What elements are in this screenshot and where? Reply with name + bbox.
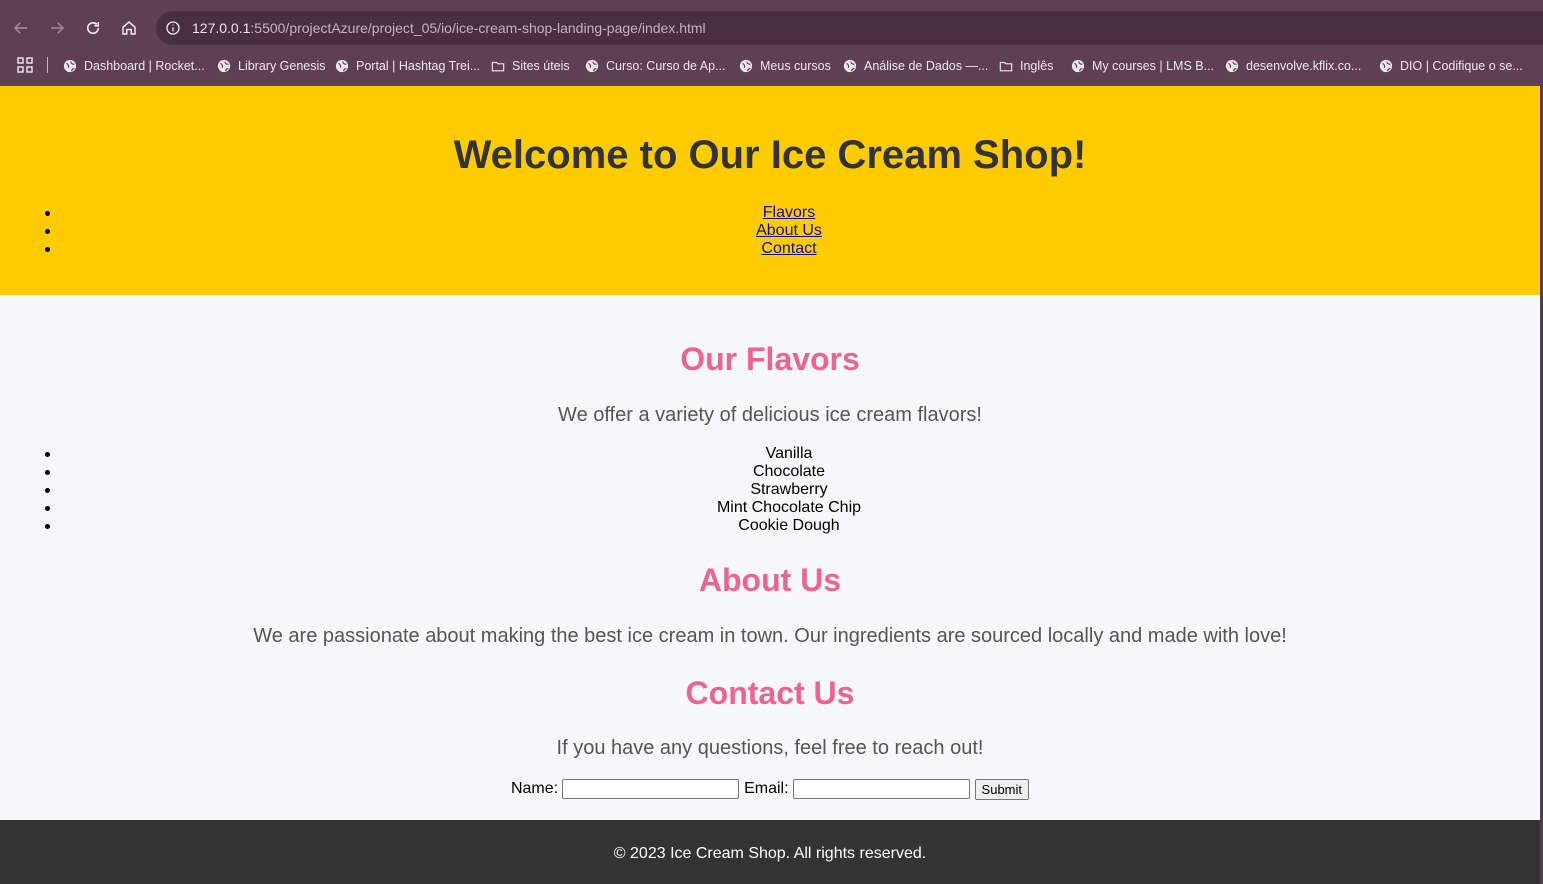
bookmark-item[interactable]: My courses | LMS B...: [1071, 56, 1214, 76]
submit-button[interactable]: Submit: [974, 778, 1030, 800]
globe-icon: [63, 59, 77, 73]
bookmark-label: Meus cursos: [760, 59, 831, 73]
name-label: Name:: [510, 780, 559, 797]
contact-title: Contact Us: [685, 675, 855, 711]
nav-link-about[interactable]: About Us: [756, 222, 822, 239]
bookmark-item[interactable]: Sites úteis: [491, 56, 570, 76]
globe-icon: [739, 59, 753, 73]
nav-link-flavors[interactable]: Flavors: [763, 204, 815, 221]
flavor-list: Vanilla Chocolate Strawberry Mint Chocol…: [0, 445, 1540, 535]
list-item: Mint Chocolate Chip: [38, 499, 1540, 517]
flavors-intro: We offer a variety of delicious ice crea…: [558, 404, 982, 426]
bookmarks-bar: Dashboard | Rocket... Library Genesis Port…: [0, 50, 1543, 87]
home-icon: [122, 21, 136, 35]
reload-button[interactable]: [81, 16, 105, 40]
bookmark-label: Análise de Dados —...: [864, 59, 989, 73]
bookmarks-separator: [47, 57, 48, 73]
bullet-icon: [45, 229, 50, 234]
globe-icon: [1379, 59, 1393, 73]
site-header: Welcome to Our Ice Cream Shop! Flavors A…: [0, 86, 1540, 295]
bullet-icon: [45, 247, 50, 252]
bookmark-item[interactable]: Curso: Curso de Ap...: [585, 56, 726, 76]
bookmark-label: Portal | Hashtag Trei...: [356, 59, 481, 73]
bullet-icon: [45, 470, 50, 475]
main-nav: Flavors About Us Contact: [0, 204, 1540, 258]
footer-text: © 2023 Ice Cream Shop. All rights reserv…: [613, 845, 927, 862]
bookmark-item[interactable]: Inglês: [999, 56, 1053, 76]
list-item: Vanilla: [38, 445, 1540, 463]
globe-icon: [843, 59, 857, 73]
bullet-icon: [45, 524, 50, 529]
bookmark-label: My courses | LMS B...: [1092, 59, 1215, 73]
globe-icon: [1071, 59, 1085, 73]
bookmark-label: desenvolve.kflix.co...: [1246, 59, 1362, 73]
bookmark-item[interactable]: Análise de Dados —...: [843, 56, 988, 76]
bookmark-label: Sites úteis: [512, 59, 570, 73]
address-bar[interactable]: 127.0.0.1:5500/projectAzure/project_05/i…: [156, 11, 1543, 45]
nav-item-about: About Us: [38, 222, 1540, 240]
bookmark-item[interactable]: Library Genesis: [217, 56, 326, 76]
contact-text: If you have any questions, feel free to …: [556, 737, 984, 759]
back-arrow-icon: [13, 22, 27, 34]
bookmark-item[interactable]: Meus cursos: [739, 56, 831, 76]
nav-link-contact[interactable]: Contact: [761, 240, 816, 257]
globe-icon: [1225, 59, 1239, 73]
bookmark-label: Curso: Curso de Ap...: [606, 59, 726, 73]
list-item: Cookie Dough: [38, 517, 1540, 535]
bookmark-label: Inglês: [1020, 59, 1054, 73]
bullet-icon: [45, 488, 50, 493]
site-info-icon[interactable]: [164, 19, 182, 37]
nav-item-contact: Contact: [38, 240, 1540, 258]
folder-icon: [491, 59, 505, 73]
about-title: About Us: [698, 562, 842, 598]
bookmark-label: Dashboard | Rocket...: [84, 59, 205, 73]
folder-icon: [999, 59, 1013, 73]
reload-icon: [86, 21, 100, 35]
bullet-icon: [45, 211, 50, 216]
name-field[interactable]: [562, 779, 740, 799]
url-text: 127.0.0.1:5500/projectAzure/project_05/i…: [192, 20, 706, 36]
bullet-icon: [45, 452, 50, 457]
bookmark-item[interactable]: DIO | Codifique o se...: [1379, 56, 1523, 76]
home-button[interactable]: [117, 16, 141, 40]
bookmark-label: DIO | Codifique o se...: [1400, 59, 1523, 73]
bookmark-label: Library Genesis: [238, 59, 326, 73]
contact-form: Name: Email: Submit: [0, 777, 1540, 801]
globe-icon: [585, 59, 599, 73]
site-footer: © 2023 Ice Cream Shop. All rights reserv…: [0, 820, 1540, 884]
nav-item-flavors: Flavors: [38, 204, 1540, 222]
list-item: Chocolate: [38, 463, 1540, 481]
apps-grid-icon[interactable]: [17, 57, 33, 73]
forward-arrow-icon: [51, 22, 65, 34]
back-button[interactable]: [9, 16, 33, 40]
page-viewport: Welcome to Our Ice Cream Shop! Flavors A…: [0, 86, 1540, 884]
email-label: Email:: [744, 780, 789, 797]
bookmark-item[interactable]: Portal | Hashtag Trei...: [335, 56, 480, 76]
flavors-title: Our Flavors: [680, 341, 860, 377]
bookmark-item[interactable]: Dashboard | Rocket...: [63, 56, 205, 76]
bullet-icon: [45, 506, 50, 511]
forward-button[interactable]: [45, 16, 69, 40]
globe-icon: [217, 59, 231, 73]
about-text: We are passionate about making the best …: [253, 625, 1287, 647]
browser-toolbar: 127.0.0.1:5500/projectAzure/project_05/i…: [0, 0, 1543, 50]
list-item: Strawberry: [38, 481, 1540, 499]
globe-icon: [335, 59, 349, 73]
email-field[interactable]: [792, 779, 970, 799]
bookmark-item[interactable]: desenvolve.kflix.co...: [1225, 56, 1361, 76]
site-title: Welcome to Our Ice Cream Shop!: [453, 133, 1087, 177]
